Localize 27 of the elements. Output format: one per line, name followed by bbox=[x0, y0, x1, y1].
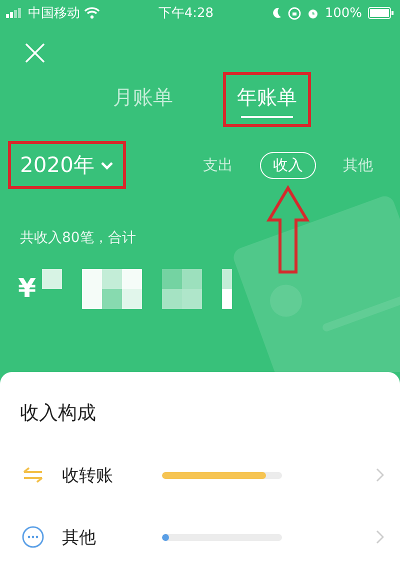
section-title: 收入构成 bbox=[19, 401, 97, 426]
category-label: 收转账 bbox=[62, 464, 114, 486]
status-time: 下午4:28 bbox=[157, 5, 215, 22]
income-summary: 共收入80笔，合计 bbox=[20, 229, 137, 247]
signal-icon bbox=[6, 8, 24, 18]
transfer-arrows-icon bbox=[22, 466, 44, 484]
chevron-right-icon[interactable] bbox=[376, 530, 384, 544]
tab[interactable]: 年账单 bbox=[229, 78, 305, 121]
year-dropdown[interactable]: 2020年 bbox=[14, 147, 120, 183]
alarm-icon bbox=[306, 7, 319, 19]
chevron-right-icon[interactable] bbox=[376, 468, 384, 482]
close-button[interactable] bbox=[24, 42, 46, 64]
close-icon bbox=[24, 42, 46, 64]
more-icon bbox=[22, 526, 44, 548]
chevron-down-icon bbox=[100, 160, 114, 170]
battery-percent: 100% bbox=[324, 6, 362, 20]
rotation-lock-icon bbox=[288, 6, 301, 20]
filter-chip[interactable]: 收入 bbox=[260, 152, 316, 178]
wifi-icon bbox=[84, 7, 100, 19]
carrier-name: 中国移动 bbox=[28, 5, 80, 22]
battery-icon bbox=[368, 7, 394, 19]
moon-icon bbox=[272, 7, 282, 19]
category-label: 其他 bbox=[62, 526, 97, 548]
filter-chip[interactable]: 支出 bbox=[190, 152, 246, 178]
currency-symbol: ¥ bbox=[18, 274, 36, 304]
filter-chip[interactable]: 其他 bbox=[330, 152, 386, 178]
tab[interactable]: 月账单 bbox=[105, 78, 181, 121]
